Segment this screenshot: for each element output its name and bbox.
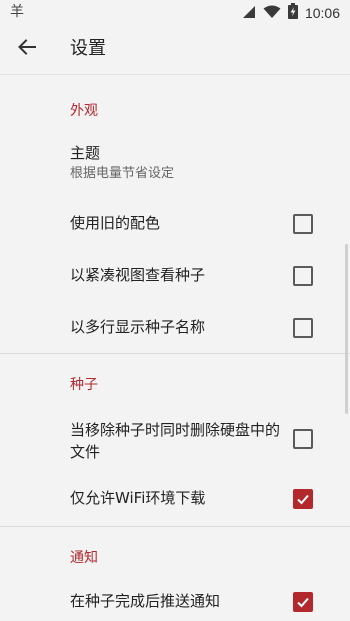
checkmark-icon <box>297 597 309 608</box>
notify-complete-checkbox[interactable] <box>293 592 313 612</box>
pref-theme-title: 主题 <box>70 144 101 162</box>
wifi-icon <box>263 4 281 23</box>
pref-compact-view[interactable]: 以紧凑视图查看种子 <box>0 249 350 301</box>
pref-wifi-only-title: 仅允许WiFi环境下载 <box>70 489 206 507</box>
pref-delete-files[interactable]: 当移除种子时同时删除硬盘中的文件 <box>0 410 350 472</box>
pref-notify-complete-title: 在种子完成后推送通知 <box>70 592 221 610</box>
pref-delete-files-title: 当移除种子时同时删除硬盘中的文件 <box>70 421 281 461</box>
pref-multiline-names[interactable]: 以多行显示种子名称 <box>0 301 350 353</box>
back-button[interactable] <box>12 34 42 64</box>
pref-theme[interactable]: 主题 根据电量节省设定 <box>0 135 350 187</box>
checkmark-icon <box>297 494 309 505</box>
android-debug-icon: 羊 <box>10 4 24 20</box>
section-header-notifications: 通知 <box>70 550 98 566</box>
wifi-only-checkbox[interactable] <box>293 489 313 509</box>
pref-old-colors[interactable]: 使用旧的配色 <box>0 197 350 249</box>
section-divider <box>0 526 350 527</box>
section-header-torrents: 种子 <box>70 377 98 393</box>
pref-old-colors-title: 使用旧的配色 <box>70 214 161 232</box>
old-colors-checkbox[interactable] <box>293 214 313 234</box>
status-time: 10:06 <box>304 5 340 21</box>
delete-files-checkbox[interactable] <box>293 429 313 449</box>
toolbar: 设置 <box>0 26 350 75</box>
arrow-back-icon <box>17 37 37 61</box>
settings-list[interactable]: 外观 主题 根据电量节省设定 使用旧的配色 以紧凑视图查看种子 以多行显示种子名… <box>0 75 350 621</box>
section-divider <box>0 353 350 354</box>
compact-view-checkbox[interactable] <box>293 266 313 286</box>
pref-wifi-only[interactable]: 仅允许WiFi环境下载 <box>0 472 350 524</box>
scrollbar[interactable] <box>345 244 348 414</box>
pref-compact-view-title: 以紧凑视图查看种子 <box>70 266 206 284</box>
page-title: 设置 <box>70 38 106 59</box>
status-icons: 10:06 <box>242 3 340 23</box>
pref-notify-complete[interactable]: 在种子完成后推送通知 <box>0 575 350 621</box>
battery-charging-icon <box>287 3 298 23</box>
section-header-appearance: 外观 <box>70 103 98 119</box>
pref-theme-summary: 根据电量节省设定 <box>70 166 175 181</box>
signal-icon <box>242 4 256 23</box>
multiline-names-checkbox[interactable] <box>293 318 313 338</box>
pref-multiline-names-title: 以多行显示种子名称 <box>70 318 206 336</box>
status-bar: 羊 10:06 <box>0 0 350 26</box>
